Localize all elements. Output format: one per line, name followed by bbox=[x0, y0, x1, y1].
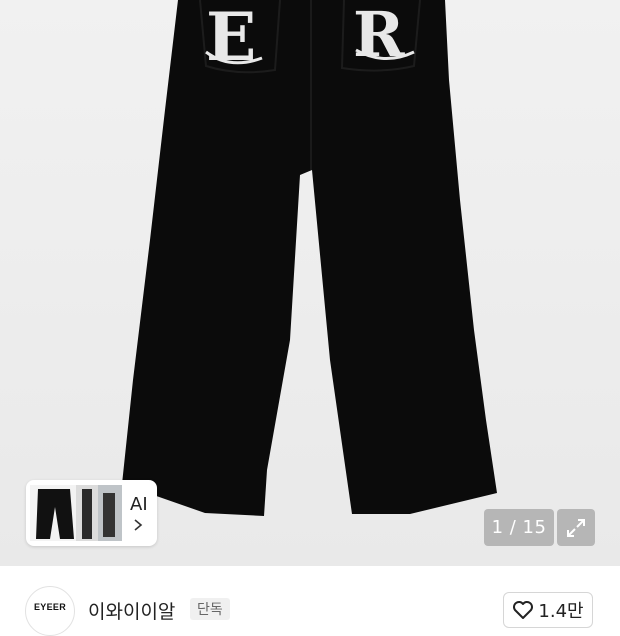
ai-label: AI bbox=[130, 494, 148, 515]
print-letter-r: R bbox=[353, 0, 405, 71]
store-logo[interactable]: EYEER bbox=[25, 586, 75, 636]
chevron-right-icon bbox=[134, 519, 143, 531]
image-counter: 1 / 15 bbox=[484, 509, 554, 546]
like-count: 1.4만 bbox=[538, 601, 584, 622]
store-logo-text: EYEER bbox=[33, 602, 66, 612]
like-button[interactable]: 1.4만 bbox=[503, 592, 593, 628]
expand-icon bbox=[567, 518, 585, 537]
product-image-gallery[interactable]: E R AI 1 / 15 bbox=[0, 0, 620, 566]
heart-icon bbox=[513, 601, 534, 619]
expand-button[interactable] bbox=[557, 509, 595, 546]
ai-thumbnail-images bbox=[30, 485, 122, 541]
ai-style-card[interactable]: AI bbox=[26, 480, 157, 546]
exclusive-badge: 단독 bbox=[190, 598, 230, 620]
print-letter-e: E bbox=[206, 0, 256, 76]
